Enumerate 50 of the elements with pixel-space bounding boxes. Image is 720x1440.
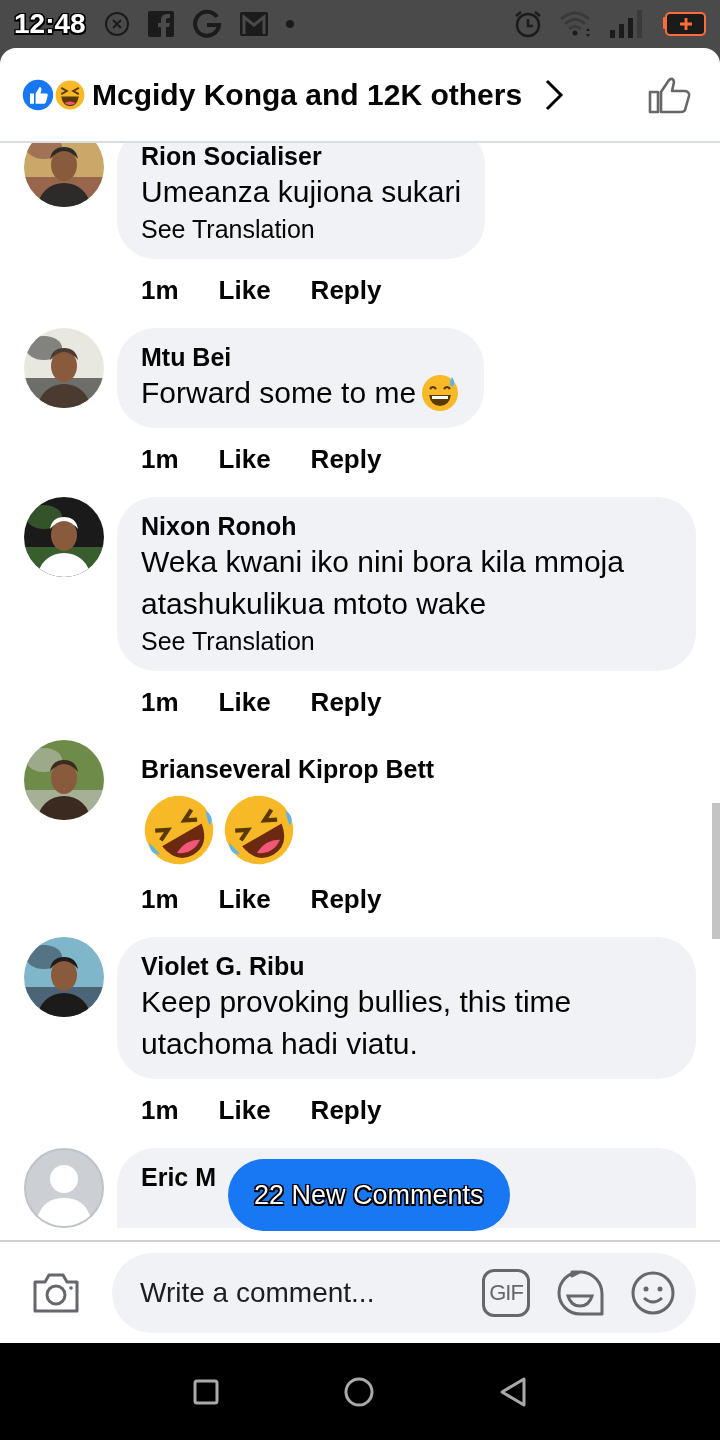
like-link[interactable]: Like	[218, 1095, 271, 1125]
reply-link[interactable]: Reply	[310, 275, 382, 305]
emoji-icon[interactable]	[630, 1269, 676, 1316]
comment-time: 1m	[141, 444, 179, 474]
wifi-icon	[560, 11, 592, 37]
comment-time: 1m	[141, 687, 179, 717]
commenter-name[interactable]: Violet G. Ribu	[141, 951, 305, 981]
laughing-reaction-icon	[54, 78, 86, 111]
like-reaction-icon	[22, 78, 54, 111]
back-icon[interactable]	[499, 1375, 528, 1408]
facebook-icon	[147, 11, 174, 37]
comment-time: 1m	[141, 275, 179, 305]
see-translation-link[interactable]: See Translation	[141, 625, 315, 657]
commenter-name[interactable]: Rion Socialiser	[141, 143, 322, 171]
comment-text: Umeanza kujiona sukari	[141, 174, 462, 210]
signal-icon	[610, 10, 644, 38]
comment-text: Keep provoking bullies, this time utachoma hadi viatu.	[141, 984, 573, 1062]
commenter-name[interactable]: Nixon Ronoh	[141, 511, 297, 541]
like-link[interactable]: Like	[218, 275, 271, 305]
mail-icon	[239, 12, 268, 36]
close-circle-icon	[103, 11, 130, 37]
like-link[interactable]: Like	[218, 884, 271, 914]
reply-link[interactable]: Reply	[310, 687, 382, 717]
sticker-icon[interactable]	[556, 1268, 604, 1317]
camera-icon[interactable]	[32, 1271, 80, 1314]
commenter-name[interactable]: Mtu Bei	[141, 342, 232, 372]
commenter-name[interactable]: Eric M	[141, 1162, 217, 1192]
alarm-icon	[514, 10, 542, 38]
battery-icon	[662, 12, 706, 36]
gif-button[interactable]: GIF	[482, 1268, 530, 1317]
comment-time: 1m	[141, 884, 179, 914]
commenter-name[interactable]: Brianseveral Kiprop Bett	[141, 754, 435, 784]
google-icon	[191, 9, 222, 39]
recent-apps-icon[interactable]	[192, 1378, 219, 1405]
new-comments-button[interactable]: 22 New Comments	[228, 1159, 510, 1231]
see-translation-link[interactable]: See Translation	[141, 213, 315, 245]
comment-text: Forward some to me	[141, 375, 417, 411]
sweat-smile-emoji-icon	[420, 373, 461, 413]
status-time: 12:48	[14, 8, 86, 40]
dot-icon	[285, 20, 294, 28]
reply-link[interactable]: Reply	[310, 1095, 382, 1125]
chevron-right-icon[interactable]	[544, 78, 565, 111]
home-icon[interactable]	[344, 1376, 374, 1407]
comment-field[interactable]: Write a comment... GIF	[112, 1252, 696, 1333]
comment-time: 1m	[141, 1095, 179, 1125]
reply-link[interactable]: Reply	[310, 444, 382, 474]
like-link[interactable]: Like	[218, 687, 271, 717]
like-link[interactable]: Like	[218, 444, 271, 474]
comment-text: Weka kwani iko nini bora kila mmoja atashukulikua mtoto wake	[141, 544, 625, 622]
reply-link[interactable]: Reply	[310, 884, 382, 914]
